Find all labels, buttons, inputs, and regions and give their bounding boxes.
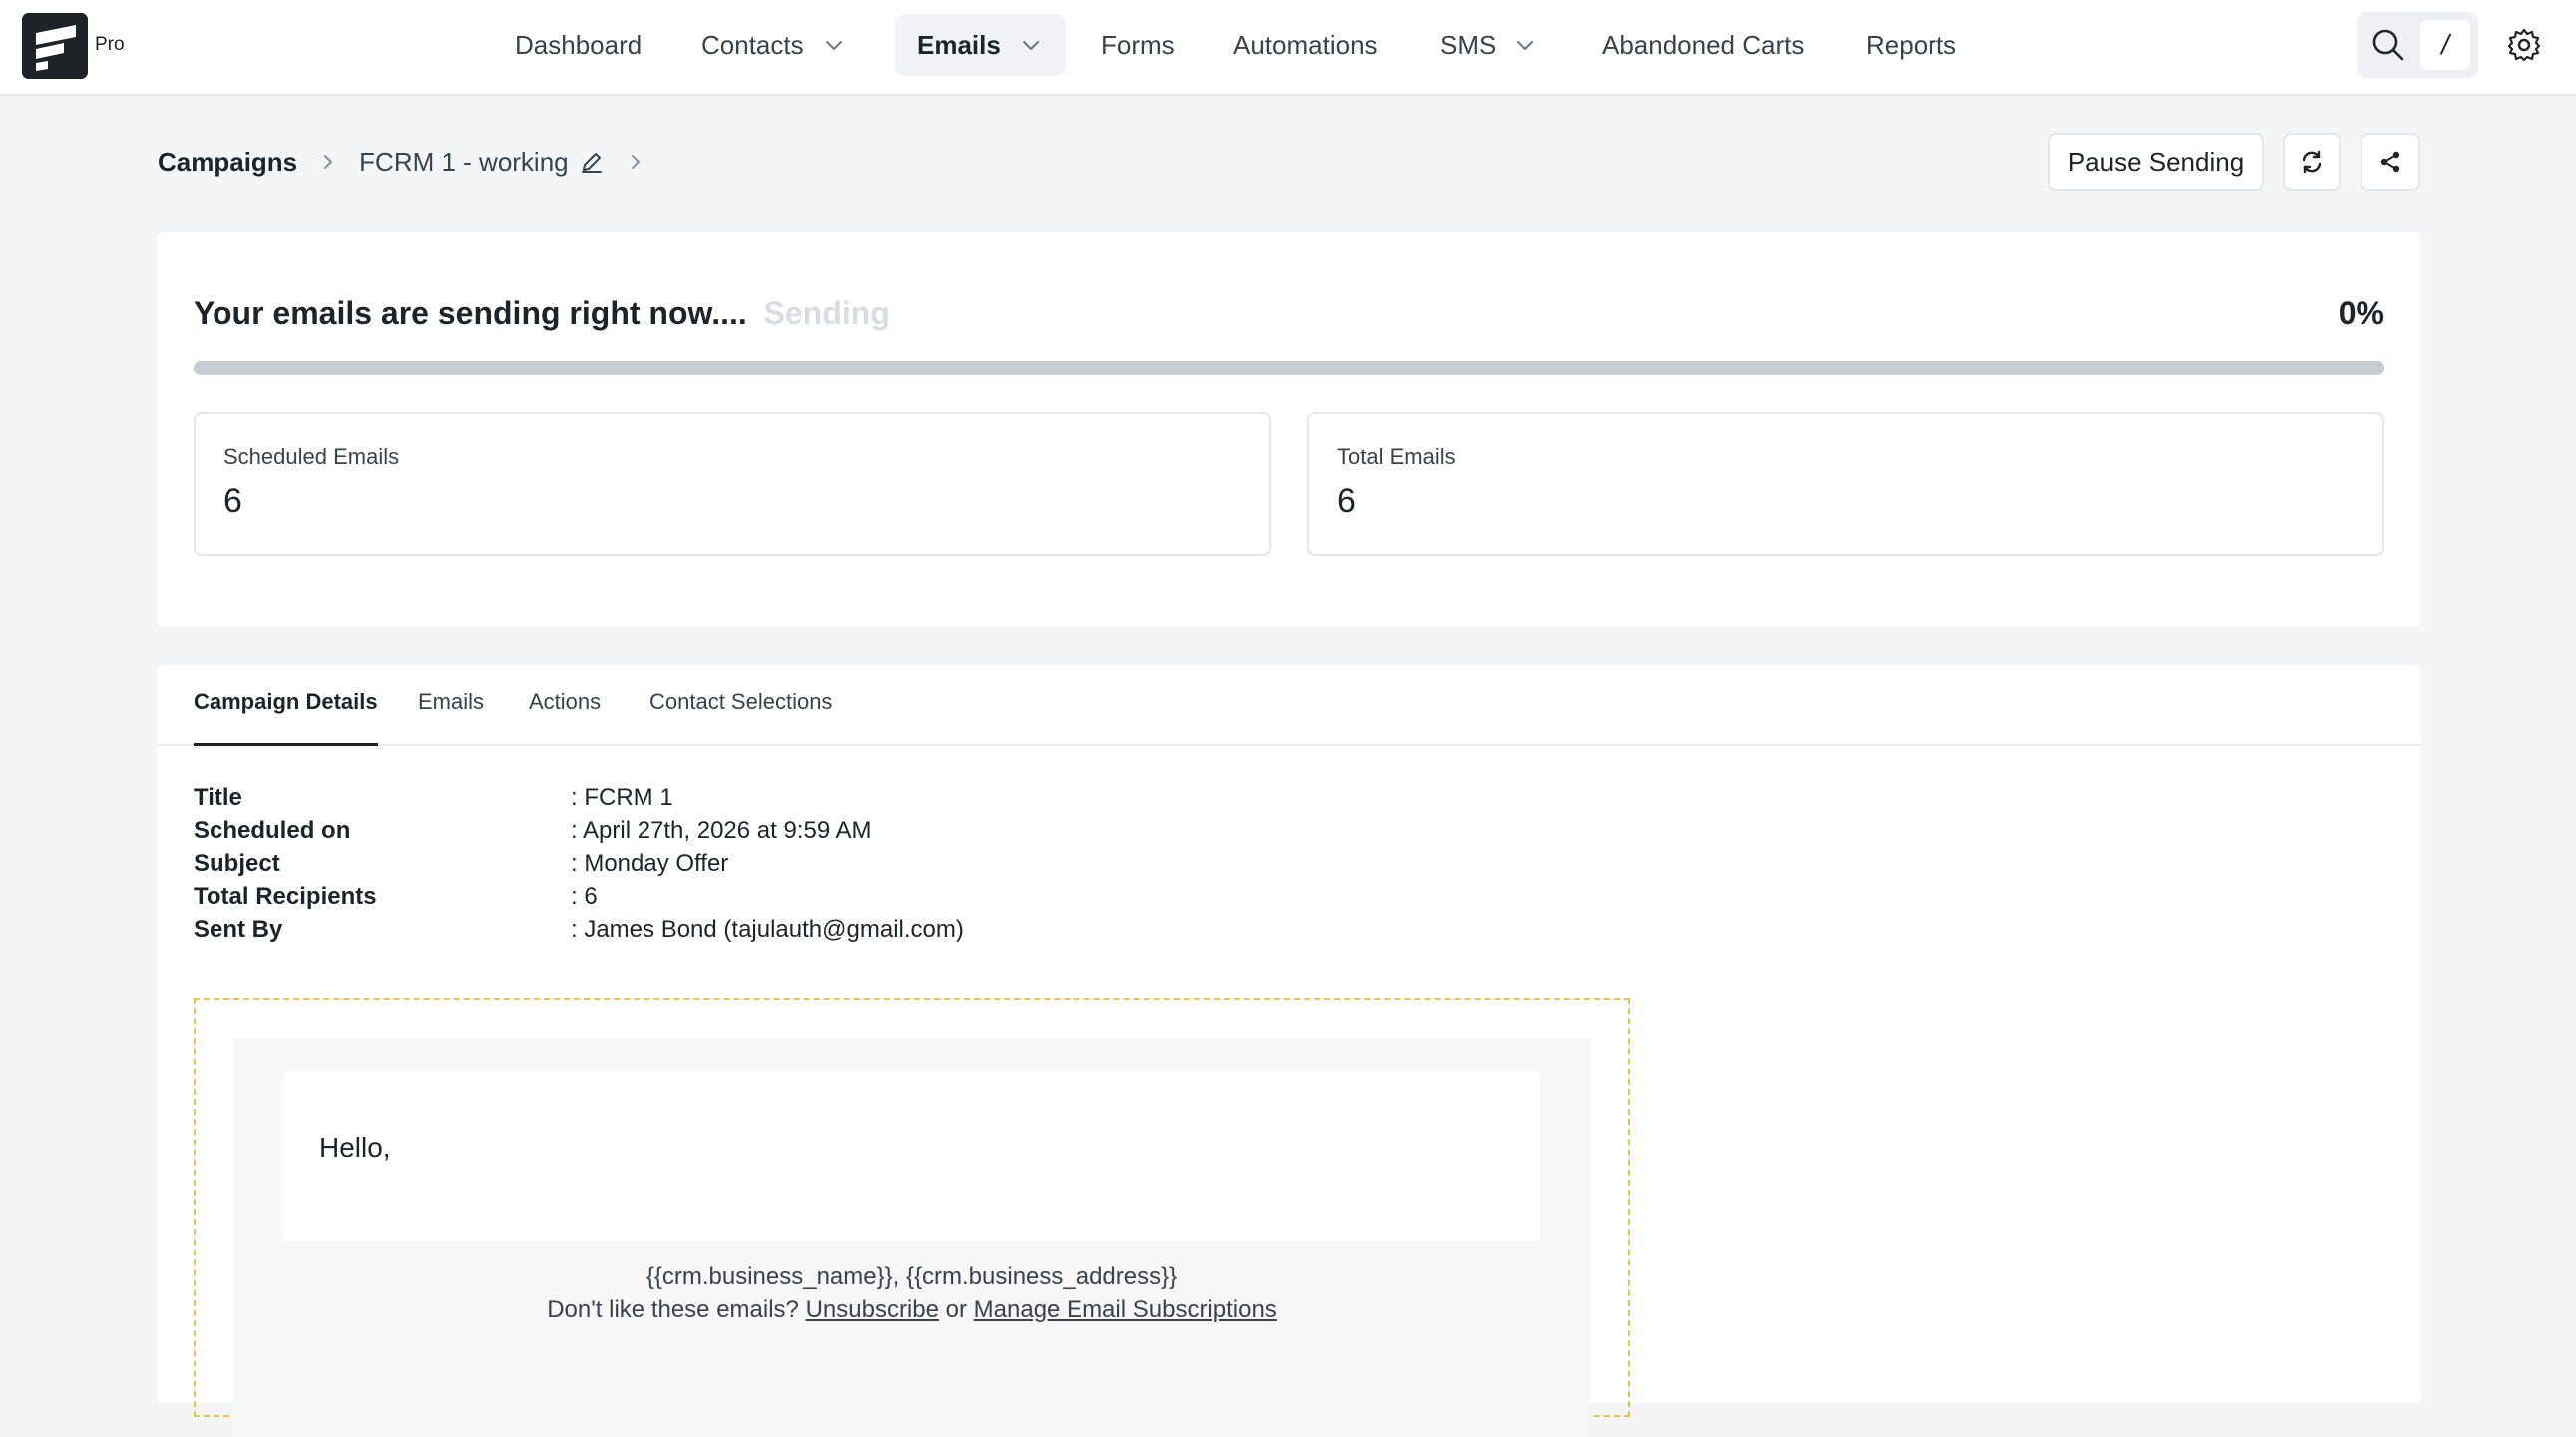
progress-bar [194, 361, 2384, 375]
breadcrumb: Campaigns FCRM 1 - working [158, 144, 666, 180]
nav-sms[interactable]: SMS [1418, 14, 1559, 76]
chevron-right-icon [631, 155, 640, 169]
scheduled-emails-stat: Scheduled Emails 6 [194, 412, 1271, 556]
share-icon [2380, 151, 2400, 173]
email-preview-body: Hello, [283, 1072, 1540, 1241]
tab-emails-label: Emails [418, 689, 485, 714]
tab-actions-label: Actions [529, 689, 602, 714]
nav-emails-label: Emails [917, 29, 1001, 60]
nav-forms-label: Forms [1101, 29, 1175, 60]
nav-reports[interactable]: Reports [1844, 14, 1978, 76]
detail-value: : FCRM 1 [571, 784, 673, 811]
detail-row-scheduled-on: Scheduled on : April 27th, 2026 at 9:59 … [194, 817, 872, 849]
nav-abandoned-carts-label: Abandoned Carts [1602, 29, 1805, 60]
sending-status-text: Your emails are sending right now.... [194, 295, 747, 331]
logo-mark-icon [22, 13, 88, 79]
nav-automations-label: Automations [1233, 29, 1378, 60]
scheduled-emails-value: 6 [223, 482, 242, 520]
email-preview-wrapper: Hello, {{crm.business_name}}, {{crm.busi… [233, 1038, 1590, 1437]
breadcrumb-campaigns-link[interactable]: Campaigns [158, 147, 297, 178]
nav-contacts[interactable]: Contacts [679, 14, 868, 76]
tab-actions[interactable]: Actions [529, 689, 601, 746]
email-unsubscribe-line: Don't like these emails? Unsubscribe or … [233, 1296, 1590, 1324]
tab-emails[interactable]: Emails [418, 689, 484, 746]
total-emails-label: Total Emails [1337, 444, 1456, 469]
chevron-down-icon [1513, 33, 1537, 57]
detail-row-total-recipients: Total Recipients : 6 [194, 883, 598, 915]
nav-reports-label: Reports [1866, 29, 1957, 60]
pause-sending-button[interactable]: Pause Sending [2048, 133, 2264, 191]
campaign-tabs: Campaign Details Emails Actions Contact … [158, 665, 2420, 746]
detail-value: : 6 [571, 883, 598, 910]
detail-row-sent-by: Sent By : James Bond (tajulauth@gmail.co… [194, 916, 964, 948]
pro-badge: Pro [95, 34, 125, 55]
unsubscribe-link[interactable]: Unsubscribe [806, 1296, 939, 1323]
detail-label: Title [194, 784, 242, 811]
pencil-edit-icon[interactable] [579, 149, 605, 175]
manage-subscriptions-link[interactable]: Manage Email Subscriptions [974, 1296, 1277, 1323]
dislike-text: Don't like these emails? [547, 1296, 799, 1323]
campaign-details-card: Campaign Details Emails Actions Contact … [158, 665, 2420, 1437]
chevron-down-icon [1019, 33, 1043, 57]
nav-dashboard[interactable]: Dashboard [493, 14, 663, 76]
nav-contacts-label: Contacts [701, 29, 804, 60]
search-shortcut-key: / [2420, 20, 2470, 70]
nav-forms[interactable]: Forms [1079, 14, 1197, 76]
detail-value: : April 27th, 2026 at 9:59 AM [571, 817, 872, 844]
tab-contact-selections[interactable]: Contact Selections [649, 689, 832, 746]
nav-dashboard-label: Dashboard [515, 29, 643, 60]
tab-campaign-details-label: Campaign Details [194, 689, 378, 714]
global-search[interactable]: / [2357, 12, 2478, 78]
detail-row-subject: Subject : Monday Offer [194, 850, 728, 882]
refresh-button[interactable] [2283, 133, 2341, 191]
top-navigation-bar: Pro Dashboard Contacts Emails Forms Auto… [0, 0, 2576, 96]
or-text: or [945, 1296, 967, 1323]
chevron-down-icon [822, 33, 846, 57]
progress-percent: 0% [2338, 295, 2384, 331]
gear-icon[interactable] [2505, 26, 2543, 64]
fluentcrm-logo[interactable] [22, 13, 88, 79]
share-button[interactable] [2361, 133, 2420, 191]
nav-emails[interactable]: Emails [895, 14, 1066, 76]
sending-status-heading: Your emails are sending right now.... Se… [194, 295, 890, 332]
nav-abandoned-carts[interactable]: Abandoned Carts [1580, 14, 1826, 76]
search-icon[interactable] [2368, 25, 2408, 65]
email-greeting: Hello, [319, 1132, 391, 1163]
detail-label: Total Recipients [194, 883, 377, 910]
detail-value: : Monday Offer [571, 850, 729, 877]
tab-campaign-details[interactable]: Campaign Details [194, 689, 378, 746]
detail-row-title: Title : FCRM 1 [194, 784, 673, 816]
nav-automations[interactable]: Automations [1211, 14, 1400, 76]
scheduled-emails-label: Scheduled Emails [223, 444, 400, 469]
email-business-line: {{crm.business_name}}, {{crm.business_ad… [645, 1263, 1178, 1290]
total-emails-value: 6 [1337, 482, 1356, 520]
email-preview-frame: Hello, {{crm.business_name}}, {{crm.busi… [194, 998, 1630, 1437]
detail-value: : James Bond (tajulauth@gmail.com) [571, 916, 964, 943]
sending-status-faded: Sending [763, 295, 890, 331]
detail-label: Sent By [194, 916, 283, 943]
sending-progress-card: Your emails are sending right now.... Se… [158, 232, 2420, 627]
refresh-icon [2302, 150, 2322, 174]
breadcrumb-campaign-name: FCRM 1 - working [359, 146, 569, 177]
detail-label: Subject [194, 850, 280, 877]
total-emails-stat: Total Emails 6 [1307, 412, 2384, 556]
nav-sms-label: SMS [1440, 29, 1497, 60]
tab-contact-selections-label: Contact Selections [649, 689, 833, 714]
chevron-right-icon [324, 155, 333, 169]
detail-label: Scheduled on [194, 817, 351, 844]
pause-sending-label: Pause Sending [2067, 146, 2245, 177]
